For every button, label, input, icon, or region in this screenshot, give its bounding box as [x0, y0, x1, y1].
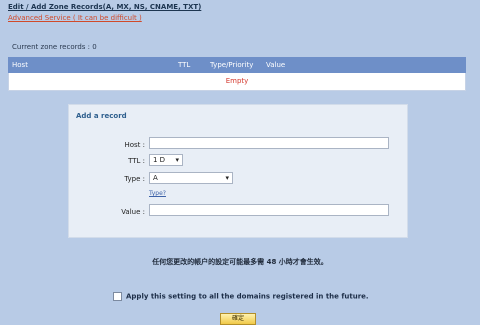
ttl-label: TTL :: [128, 157, 145, 165]
column-host: Host: [12, 61, 28, 69]
zone-records-table: Host TTL Type/Priority Value Empty: [8, 57, 466, 91]
ok-button[interactable]: 確定: [220, 313, 256, 325]
page-title: Edit / Add Zone Records(A, MX, NS, CNAME…: [8, 3, 202, 11]
ttl-select[interactable]: 1 D ▾: [149, 154, 183, 166]
column-ttl: TTL: [178, 61, 191, 69]
chevron-down-icon: ▾: [175, 156, 179, 164]
zone-record-count: Current zone records : 0: [12, 43, 97, 51]
value-input[interactable]: [149, 204, 389, 216]
add-record-panel: Add a record Host : TTL : 1 D ▾ Type : A…: [68, 104, 408, 238]
column-value: Value: [266, 61, 286, 69]
host-label: Host :: [124, 141, 145, 149]
apply-all-label: Apply this setting to all the domains re…: [126, 292, 369, 301]
add-record-title: Add a record: [76, 112, 127, 120]
host-input[interactable]: [149, 137, 389, 149]
type-selected-value: A: [153, 174, 158, 182]
type-select[interactable]: A ▾: [149, 172, 233, 184]
propagation-notice: 任何您更改的帳户的設定可能最多需 48 小時才會生效。: [152, 258, 328, 266]
type-help-link[interactable]: Type?: [149, 190, 166, 197]
apply-all-checkbox[interactable]: [113, 292, 122, 301]
value-label: Value :: [121, 208, 145, 216]
empty-message: Empty: [225, 77, 249, 85]
advanced-service-link[interactable]: Advanced Service ( It can be difficult ): [8, 14, 142, 22]
table-row: Empty: [8, 73, 466, 91]
apply-all-row[interactable]: Apply this setting to all the domains re…: [113, 292, 369, 301]
type-label: Type :: [124, 175, 145, 183]
ttl-selected-value: 1 D: [153, 156, 166, 164]
table-header: Host TTL Type/Priority Value: [8, 57, 466, 73]
column-type-priority: Type/Priority: [210, 61, 254, 69]
chevron-down-icon: ▾: [225, 174, 229, 182]
